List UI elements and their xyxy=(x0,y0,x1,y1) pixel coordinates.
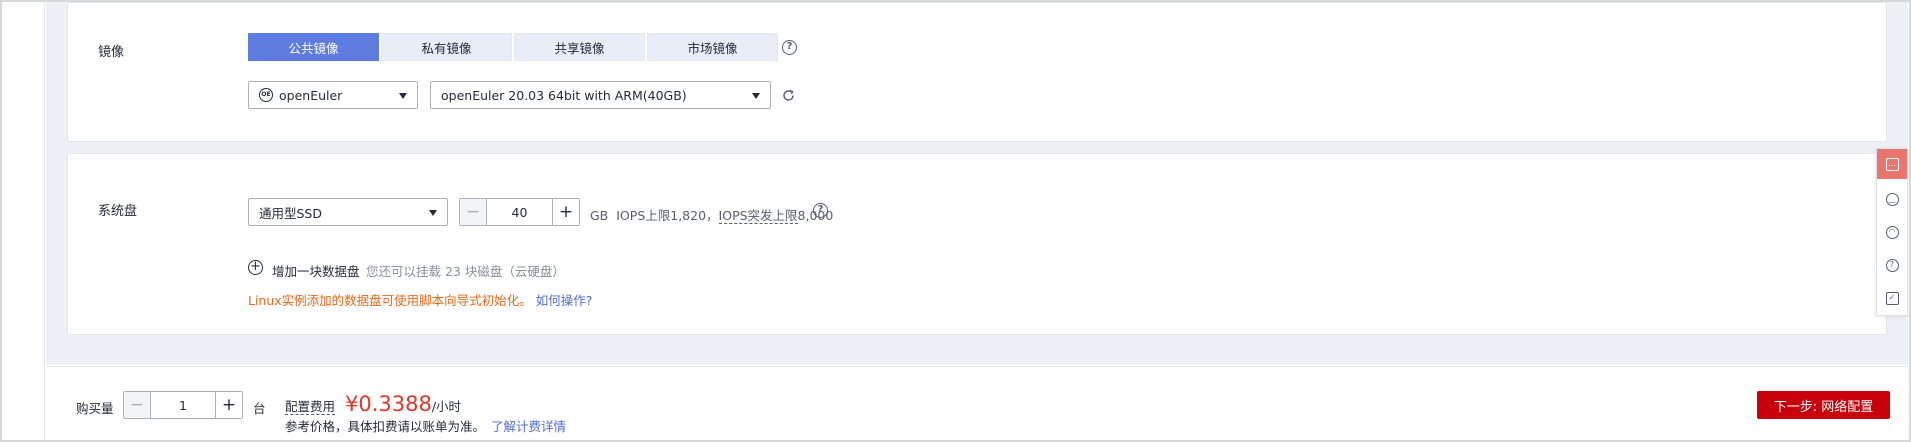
price-note: 参考价格，具体扣费请以账单为准。 xyxy=(285,419,486,434)
decrease-button[interactable]: − xyxy=(460,199,486,225)
add-circle-icon[interactable]: + xyxy=(248,260,263,275)
os-select-value: openEuler xyxy=(279,87,343,103)
checklist-icon[interactable]: ✓ xyxy=(1877,283,1907,313)
iops-limit: IOPS上限1,820， xyxy=(616,208,719,223)
question-circle-icon[interactable]: ? xyxy=(782,40,797,55)
quantity-decrease-button[interactable]: − xyxy=(124,392,150,418)
image-label: 镜像 xyxy=(98,45,125,60)
add-data-disk-button[interactable]: 增加一块数据盘 xyxy=(272,261,360,280)
pricing-details-link[interactable]: 了解计费详情 xyxy=(491,419,566,434)
chevron-down-icon xyxy=(429,210,437,216)
disk-unit: GB xyxy=(590,208,609,223)
os-select[interactable]: OE openEuler xyxy=(248,81,418,109)
quantity-label: 购买量 xyxy=(76,401,114,416)
left-strip xyxy=(2,2,45,440)
system-disk-label: 系统盘 xyxy=(98,204,138,219)
next-network-config-button[interactable]: 下一步: 网络配置 xyxy=(1757,391,1890,419)
tab-market-image[interactable]: 市场镜像 xyxy=(647,33,778,61)
disk-size-value[interactable]: 40 xyxy=(486,199,553,225)
image-card xyxy=(67,2,1887,142)
config-fee-row: 配置费用 ¥0.3388/小时 xyxy=(285,392,461,416)
disk-type-value: 通用型SSD xyxy=(259,205,322,221)
price-unit: /小时 xyxy=(431,399,462,414)
increase-button[interactable]: + xyxy=(553,199,579,225)
image-type-tabs: 公共镜像 私有镜像 共享镜像 市场镜像 xyxy=(248,33,780,61)
openeuler-logo-icon: OE xyxy=(259,88,273,102)
smile-icon[interactable]: ‿ xyxy=(1877,184,1907,214)
floating-toolbar: … ‿ ◠ ? ✓ xyxy=(1876,148,1908,316)
tab-public-image[interactable]: 公共镜像 xyxy=(248,33,379,61)
tab-shared-image[interactable]: 共享镜像 xyxy=(514,33,645,61)
price-value: ¥0.3388 xyxy=(345,392,432,416)
disk-type-select[interactable]: 通用型SSD xyxy=(248,198,448,226)
question-circle-icon[interactable]: ? xyxy=(813,203,828,218)
init-note-text: Linux实例添加的数据盘可使用脚本向导式初始化。 xyxy=(248,293,532,308)
quantity-value[interactable]: 1 xyxy=(150,392,216,418)
iops-burst-label: IOPS突发上限 xyxy=(718,208,798,224)
disk-size-stepper: − 40 + xyxy=(459,198,580,226)
quantity-increase-button[interactable]: + xyxy=(216,392,242,418)
quantity-unit: 台 xyxy=(253,401,266,416)
quantity-stepper: − 1 + xyxy=(123,391,243,419)
how-to-link[interactable]: 如何操作? xyxy=(536,293,593,308)
image-version-select[interactable]: openEuler 20.03 64bit with ARM(40GB) xyxy=(430,81,771,109)
feedback-icon[interactable]: … xyxy=(1877,149,1907,179)
image-version-value: openEuler 20.03 64bit with ARM(40GB) xyxy=(441,87,687,103)
disk-spec-text: GB IOPS上限1,820，IOPS突发上限8,000 xyxy=(590,205,833,224)
tab-private-image[interactable]: 私有镜像 xyxy=(381,33,512,61)
init-note: Linux实例添加的数据盘可使用脚本向导式初始化。 如何操作? xyxy=(248,290,592,309)
price-note-row: 参考价格，具体扣费请以账单为准。 了解计费详情 xyxy=(285,416,566,435)
config-fee-label: 配置费用 xyxy=(285,399,336,415)
chevron-down-icon xyxy=(399,93,407,99)
service-icon[interactable]: ◠ xyxy=(1877,217,1907,247)
refresh-icon[interactable] xyxy=(781,88,796,103)
help-icon[interactable]: ? xyxy=(1877,250,1907,280)
chevron-down-icon xyxy=(752,93,760,99)
add-disk-hint: 您还可以挂载 23 块磁盘（云硬盘） xyxy=(366,264,565,279)
